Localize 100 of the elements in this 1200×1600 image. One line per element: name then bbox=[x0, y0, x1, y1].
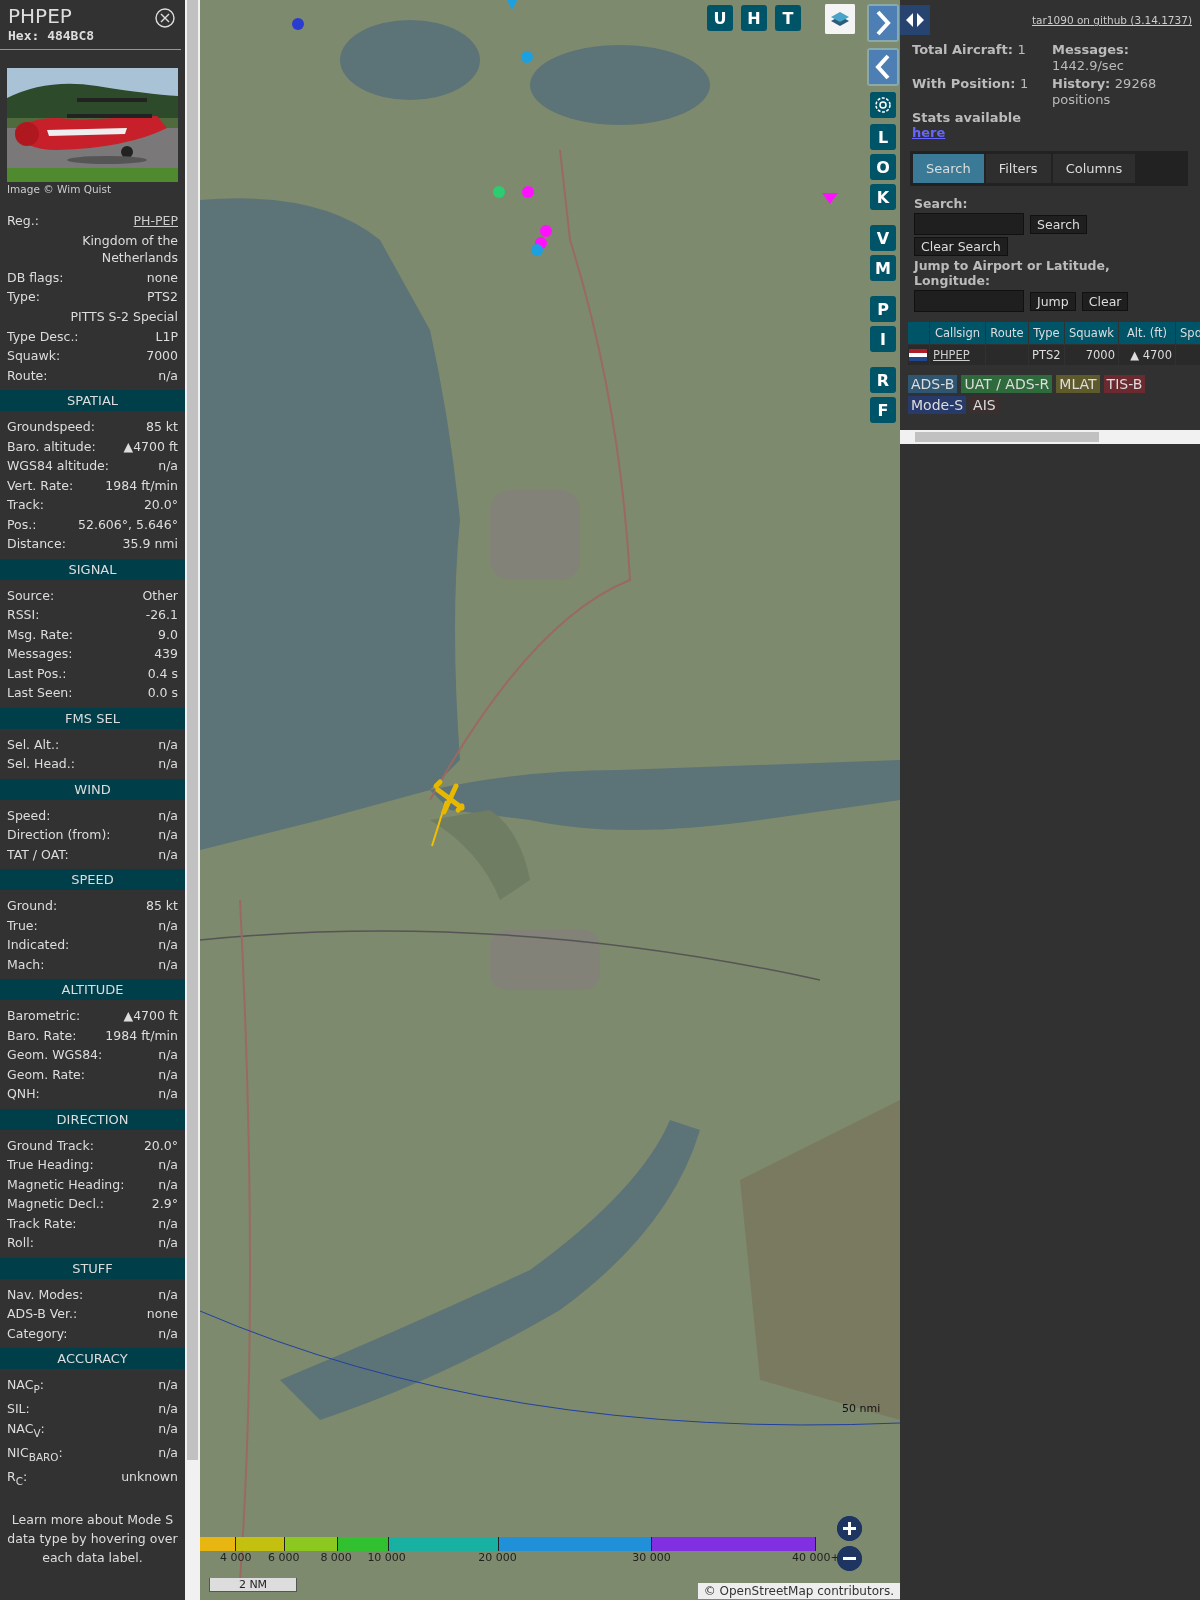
field-label: Geom. WGS84: bbox=[7, 1046, 103, 1064]
clear-search-button[interactable]: Clear Search bbox=[914, 237, 1008, 256]
field-label: Type Desc.: bbox=[7, 327, 79, 346]
field-label: DB flags: bbox=[7, 268, 64, 287]
chevron-left-icon[interactable] bbox=[867, 48, 899, 86]
field-label: Track Rate: bbox=[7, 1214, 77, 1233]
dot-icon[interactable] bbox=[521, 51, 533, 63]
field-value: n/a bbox=[158, 806, 178, 825]
field-value: n/a bbox=[158, 1234, 178, 1252]
field-label: Squawk: bbox=[7, 347, 61, 365]
search-field[interactable] bbox=[914, 213, 1024, 235]
map-toggle-button[interactable]: L bbox=[870, 124, 896, 150]
field-value: 85 kt bbox=[145, 418, 178, 436]
field-label: NAC$_{P}$: bbox=[7, 1376, 44, 1397]
section-header: SPEED bbox=[0, 869, 185, 890]
scrollbar-thumb[interactable] bbox=[187, 0, 198, 1460]
map-toggle-button[interactable]: T bbox=[775, 5, 801, 31]
field-label: Speed: bbox=[7, 806, 51, 825]
field-value: n/a bbox=[158, 366, 178, 385]
settings-icon[interactable] bbox=[870, 92, 896, 118]
triangle-icon[interactable] bbox=[822, 193, 838, 204]
jump-field[interactable] bbox=[914, 290, 1024, 312]
field-label: Sel. Head.: bbox=[7, 755, 75, 773]
dot-icon[interactable] bbox=[522, 186, 534, 198]
dot-icon[interactable] bbox=[540, 225, 552, 237]
field-label: Sel. Alt.: bbox=[7, 735, 60, 754]
column-header[interactable]: Type bbox=[1029, 322, 1064, 344]
map-toggle-button[interactable]: U bbox=[707, 5, 733, 31]
field-value: 1984 ft/min bbox=[105, 476, 178, 495]
column-header[interactable]: Callsign bbox=[930, 322, 985, 344]
dot-icon[interactable] bbox=[292, 18, 304, 30]
stat-text: With Position: 1 bbox=[912, 76, 1030, 93]
section-header: SIGNAL bbox=[0, 558, 185, 580]
field-label: WGS84 altitude: bbox=[7, 457, 110, 475]
field-label: Last Pos.: bbox=[7, 664, 67, 683]
scale-label: 6 000 bbox=[268, 1551, 300, 1564]
tab[interactable]: Filters bbox=[985, 154, 1051, 183]
help-text: Learn more about Mode S data type by hovering over each data label. bbox=[6, 1510, 179, 1567]
column-header[interactable]: Squawk bbox=[1065, 322, 1118, 344]
search-button[interactable]: Search bbox=[1030, 214, 1087, 234]
field-value: L1P bbox=[155, 327, 178, 346]
map-toggle-button[interactable]: P bbox=[870, 296, 896, 322]
field-value: PTS2 bbox=[146, 288, 178, 306]
source-tag: MLAT bbox=[1056, 375, 1100, 393]
field-label: Geom. Rate: bbox=[7, 1065, 86, 1084]
field-value: 9.0 bbox=[158, 625, 178, 644]
section-header: ALTITUDE bbox=[0, 979, 185, 1000]
section-header: ACCURACY bbox=[0, 1348, 185, 1369]
stat-text: History: 29268 positions bbox=[1052, 76, 1158, 109]
clear-button[interactable]: Clear bbox=[1081, 291, 1129, 311]
map-toggle-button[interactable]: R bbox=[870, 367, 896, 393]
source-tag: TIS-B bbox=[1103, 375, 1146, 393]
map-toggle-button[interactable]: I bbox=[870, 326, 896, 352]
dot-icon[interactable] bbox=[493, 186, 505, 198]
field-label: ADS-B Ver.: bbox=[7, 1305, 78, 1323]
column-header[interactable]: Alt. (ft) bbox=[1119, 322, 1175, 344]
field-value: n/a bbox=[158, 1376, 178, 1394]
source-tag: ADS-B bbox=[908, 375, 958, 393]
field-label: Baro. altitude: bbox=[7, 437, 96, 456]
field-value: 20.0° bbox=[143, 1136, 178, 1155]
scale-label: 10 000 bbox=[367, 1551, 406, 1564]
close-icon[interactable] bbox=[155, 8, 175, 28]
scale-label: 30 000 bbox=[632, 1551, 671, 1564]
plane-icon[interactable] bbox=[431, 779, 465, 847]
field-label: Jump to Airport or Latitude, Longitude: bbox=[914, 258, 1111, 288]
scrollbar-thumb[interactable] bbox=[915, 432, 1099, 442]
field-label: Indicated: bbox=[7, 936, 70, 954]
flag-icon bbox=[909, 349, 927, 361]
field-value: n/a bbox=[158, 826, 178, 844]
field-label: NIC$_{BARO}$: bbox=[7, 1443, 63, 1464]
triangle-icon[interactable] bbox=[507, 0, 517, 10]
field-value: n/a bbox=[158, 457, 178, 475]
map-toggle-button[interactable]: H bbox=[741, 5, 767, 31]
jump-button[interactable]: Jump bbox=[1030, 291, 1076, 311]
map-toggle-button[interactable]: M bbox=[870, 255, 896, 281]
field-value: -26.1 bbox=[145, 606, 178, 624]
layers-icon[interactable] bbox=[825, 4, 855, 34]
scale-label: 40 000+ bbox=[792, 1551, 840, 1564]
field-value: n/a bbox=[158, 1065, 178, 1084]
section-header: SPATIAL bbox=[0, 390, 185, 411]
version-link[interactable]: tar1090 on github (3.14.1737) bbox=[1032, 14, 1192, 26]
registration-link[interactable]: PH-PEP bbox=[133, 211, 178, 231]
column-header[interactable]: Route bbox=[986, 322, 1028, 344]
tab[interactable]: Search bbox=[913, 154, 984, 183]
aircraft-callsign: PHPEP bbox=[8, 4, 72, 28]
map-toggle-button[interactable]: V bbox=[870, 225, 896, 251]
dot-icon[interactable] bbox=[531, 244, 543, 256]
field-value: unknown bbox=[121, 1467, 178, 1486]
field-value: Other bbox=[142, 586, 178, 605]
tab[interactable]: Columns bbox=[1052, 154, 1136, 183]
map-toggle-button[interactable]: F bbox=[870, 397, 896, 423]
range-label: 50 nmi bbox=[842, 1402, 881, 1415]
map-toggle-button[interactable]: K bbox=[870, 184, 896, 210]
field-label: Route: bbox=[7, 366, 48, 385]
field-value: 20.0° bbox=[143, 496, 178, 514]
table-cell: PTS2 bbox=[1029, 345, 1064, 365]
table-cell: ▲ 4700 bbox=[1119, 345, 1175, 365]
field-label: Last Seen: bbox=[7, 684, 73, 702]
map-toggle-button[interactable]: O bbox=[870, 154, 896, 180]
chevron-right-icon[interactable] bbox=[867, 4, 899, 42]
